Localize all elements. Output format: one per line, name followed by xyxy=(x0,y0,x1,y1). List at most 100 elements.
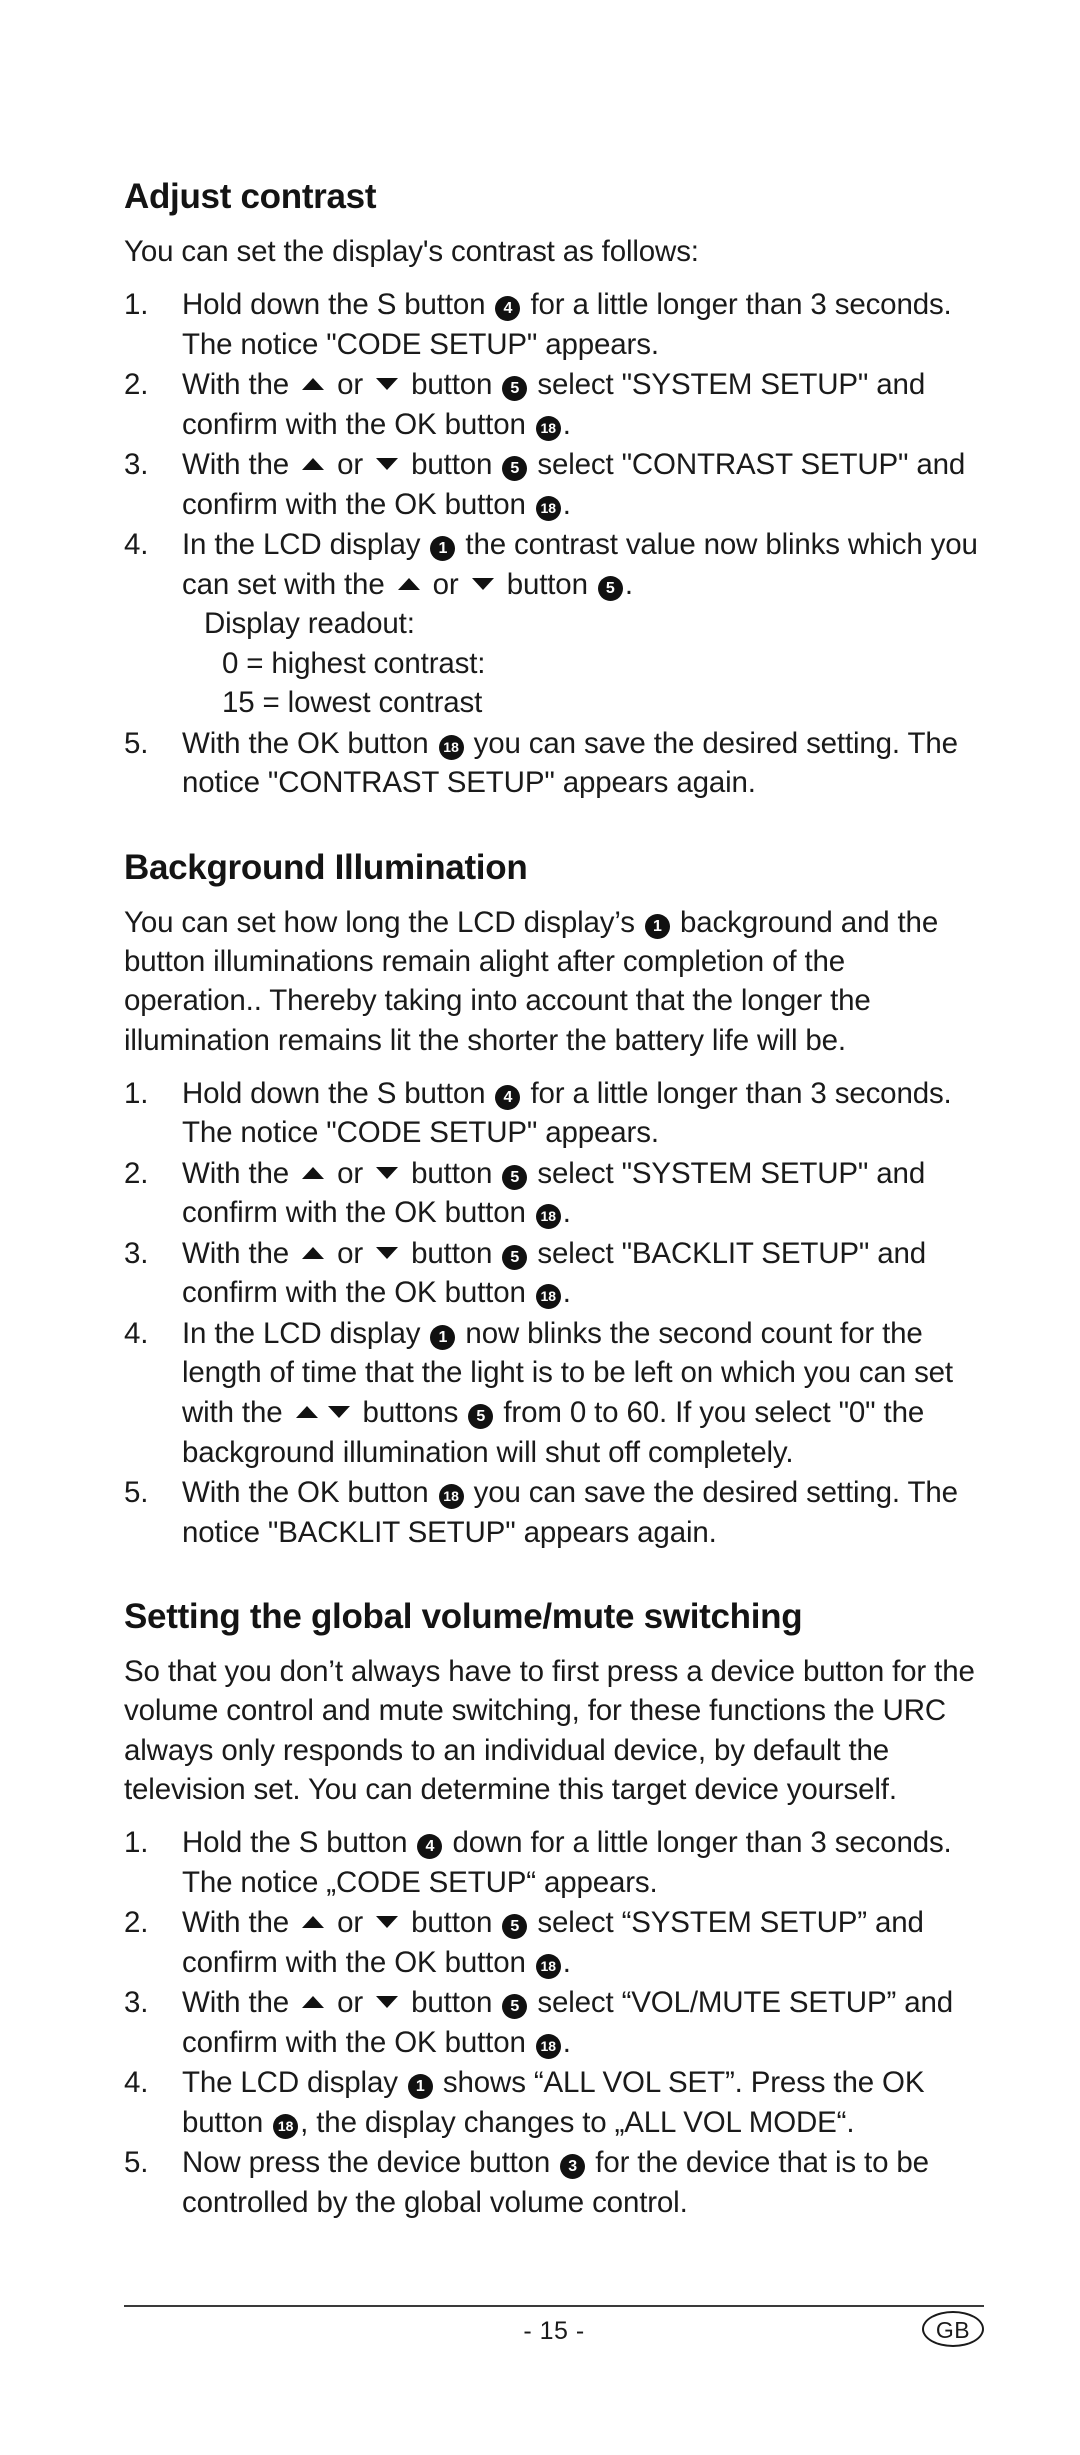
step-number: 4. xyxy=(124,1316,149,1350)
step-text: or xyxy=(329,1236,372,1270)
arrow-up-icon xyxy=(302,1916,325,1929)
step-subline: 15 = lowest contrast xyxy=(182,683,980,723)
step-subline: Display readout: xyxy=(182,604,980,644)
step-text: Hold down the S button xyxy=(182,1076,494,1110)
step-number: 3. xyxy=(124,1986,149,2020)
arrow-up-icon xyxy=(302,1996,325,2009)
circled-number-4-icon: 4 xyxy=(495,1084,521,1110)
step-number: 1. xyxy=(124,288,149,322)
section-heading-global-volume-mute: Setting the global volume/mute switching xyxy=(124,1597,803,1637)
arrow-up-icon xyxy=(302,1246,325,1259)
step-text: You can set how long the LCD display’s xyxy=(124,905,643,939)
circled-number-3-icon: 3 xyxy=(560,2154,586,2180)
step-text: With the xyxy=(182,1236,298,1270)
step-list-global-volume-mute: 1. Hold the S button 4 down for a little … xyxy=(124,1823,980,2222)
step-text: or xyxy=(329,1986,372,2020)
step-text: or xyxy=(329,448,372,482)
arrow-up-icon xyxy=(302,1166,325,1179)
section-intro-adjust-contrast: You can set the display's contrast as fo… xyxy=(124,235,699,268)
step-text: or xyxy=(329,1156,372,1190)
arrow-down-icon xyxy=(376,1996,399,2009)
step-list-background-illumination: 1. Hold down the S button 4 for a little … xyxy=(124,1074,980,1552)
step-text: , the display changes to „ALL VOL MODE“. xyxy=(300,2105,855,2139)
step-number: 2. xyxy=(124,1156,149,1190)
step-text: Display readout: xyxy=(204,607,415,641)
step-text: . xyxy=(562,407,571,441)
step-text: . xyxy=(624,567,633,601)
circled-number-5-icon: 5 xyxy=(502,1994,528,2020)
step-text: In the LCD display xyxy=(182,528,429,562)
step-text: With the OK button xyxy=(182,1476,437,1510)
step-text: Now press the device button xyxy=(182,2146,559,2180)
circled-number-5-icon: 5 xyxy=(502,1164,528,1190)
arrow-down-icon xyxy=(471,577,494,590)
step-text: With the xyxy=(182,368,298,402)
step-item: 1. Hold the S button 4 down for a little … xyxy=(124,1823,980,1902)
circled-number-1-icon: 1 xyxy=(407,2074,433,2100)
arrow-down-icon xyxy=(376,1916,399,1929)
circled-number-18-icon: 18 xyxy=(535,415,561,441)
circled-number-18-icon: 18 xyxy=(535,1953,561,1979)
step-item: 5. With the OK button 18 you can save the… xyxy=(124,724,980,803)
step-text: button xyxy=(403,1906,501,1940)
step-item: 4. The LCD display 1 shows “ALL VOL SET”.… xyxy=(124,2063,980,2142)
step-text: With the xyxy=(182,1906,298,1940)
step-text: The LCD display xyxy=(182,2066,406,2100)
step-item: 2. With the or button 5 select “SYSTEM SE… xyxy=(124,1903,980,1982)
step-item: 3. With the or button 5 select “VOL/MUTE … xyxy=(124,1983,980,2062)
circled-number-5-icon: 5 xyxy=(502,1914,528,1940)
step-number: 5. xyxy=(124,726,149,760)
step-text: button xyxy=(403,1156,501,1190)
circled-number-4-icon: 4 xyxy=(495,296,521,322)
step-text: select "CONTRAST SETUP" and confirm with… xyxy=(182,448,966,521)
page-number: - 15 - xyxy=(523,2317,585,2345)
circled-number-18-icon: 18 xyxy=(535,1284,561,1310)
section-heading-background-illumination: Background Illumination xyxy=(124,847,528,887)
step-text: Hold down the S button xyxy=(182,288,494,322)
step-text: With the xyxy=(182,1986,298,2020)
step-item: 4. In the LCD display 1 now blinks the se… xyxy=(124,1314,980,1472)
step-number: 1. xyxy=(124,1076,149,1110)
step-text: With the OK button xyxy=(182,726,437,760)
circled-number-1-icon: 1 xyxy=(644,913,670,939)
step-item: 2. With the or button 5 select "SYSTEM SE… xyxy=(124,365,980,444)
step-text: With the xyxy=(182,1156,298,1190)
step-text: . xyxy=(562,2025,571,2059)
step-number: 1. xyxy=(124,1826,149,1859)
circled-number-5-icon: 5 xyxy=(502,376,528,402)
step-text: or xyxy=(424,567,467,601)
language-badge: GB xyxy=(922,2311,984,2347)
circled-number-4-icon: 4 xyxy=(417,1834,443,1859)
step-number: 5. xyxy=(124,1476,149,1510)
arrow-down-icon xyxy=(376,458,399,471)
step-item: 5. With the OK button 18 you can save the… xyxy=(124,1473,980,1552)
circled-number-5-icon: 5 xyxy=(502,1244,528,1270)
step-text: button xyxy=(403,368,501,402)
section-intro-global-volume-mute: So that you don’t always have to first p… xyxy=(124,1655,975,1806)
section-heading-adjust-contrast: Adjust contrast xyxy=(124,177,377,216)
step-number: 3. xyxy=(124,448,149,482)
step-item: 3. With the or button 5 select "CONTRAST … xyxy=(124,445,980,524)
page-content: Adjust contrast You can set the display's… xyxy=(124,176,980,2222)
step-number: 2. xyxy=(124,368,149,402)
circled-number-18-icon: 18 xyxy=(438,734,464,760)
step-text: button xyxy=(403,448,501,482)
step-text: . xyxy=(562,1945,571,1979)
arrow-down-icon xyxy=(376,378,399,391)
step-item: 1. Hold down the S button 4 for a little … xyxy=(124,1074,980,1153)
step-text: In the LCD display xyxy=(182,1316,429,1350)
arrow-up-icon xyxy=(302,378,325,391)
circled-number-1-icon: 1 xyxy=(430,536,456,562)
step-text: from 0 to 60. If you select "0" the back… xyxy=(182,1396,925,1469)
arrow-up-icon xyxy=(302,458,325,471)
arrow-up-icon xyxy=(397,577,420,590)
circled-number-5-icon: 5 xyxy=(597,575,623,601)
circled-number-18-icon: 18 xyxy=(535,1204,561,1230)
circled-number-5-icon: 5 xyxy=(468,1404,494,1429)
step-number: 4. xyxy=(124,2066,149,2100)
step-text: . xyxy=(562,487,571,521)
arrow-down-icon xyxy=(376,1166,399,1179)
step-text: . xyxy=(562,1276,571,1310)
circled-number-5-icon: 5 xyxy=(502,456,528,482)
step-text: or xyxy=(329,368,372,402)
